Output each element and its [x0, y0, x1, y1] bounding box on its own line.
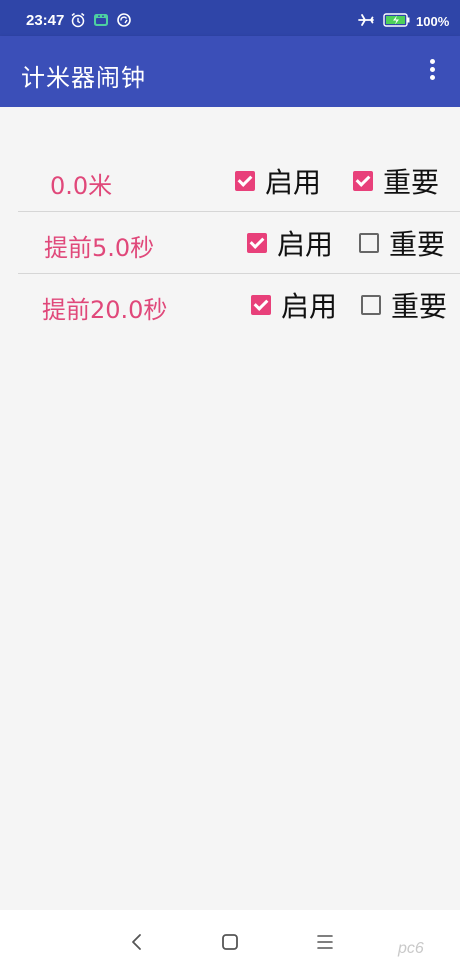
checkbox-unchecked-icon[interactable] — [361, 295, 381, 315]
alarm-label: 提前20.0秒 — [42, 296, 168, 324]
important-checkbox[interactable]: 重要 — [353, 164, 440, 199]
checkbox-unchecked-icon[interactable] — [359, 233, 379, 253]
more-vert-icon[interactable] — [420, 56, 444, 86]
important-label: 重要 — [383, 166, 440, 199]
navigation-bar — [0, 910, 460, 971]
important-label: 重要 — [391, 290, 448, 323]
battery-percent: 100% — [416, 14, 450, 29]
alarm-row: 0.0米 启用 重要 — [0, 150, 460, 212]
sync-icon — [117, 13, 131, 27]
checkbox-checked-icon[interactable] — [353, 171, 373, 191]
checkbox-checked-icon[interactable] — [247, 233, 267, 253]
important-label: 重要 — [389, 228, 446, 261]
menu-icon[interactable] — [313, 930, 337, 954]
enable-checkbox[interactable]: 启用 — [247, 226, 334, 261]
android-icon — [94, 14, 108, 26]
alarm-row: 提前20.0秒 启用 重要 — [0, 274, 460, 336]
important-checkbox[interactable]: 重要 — [361, 288, 448, 323]
battery-charging-icon — [383, 13, 410, 27]
watermark: pc6 — [398, 940, 424, 957]
enable-label: 启用 — [281, 290, 338, 323]
back-icon[interactable] — [125, 930, 149, 954]
alarm-row: 提前5.0秒 启用 重要 — [0, 212, 460, 274]
alarm-label: 0.0米 — [50, 172, 113, 200]
enable-label: 启用 — [265, 166, 322, 199]
status-time: 23:47 — [26, 12, 65, 29]
enable-checkbox[interactable]: 启用 — [235, 164, 322, 199]
alarm-list: 0.0米 启用 重要 提前5.0秒 启用 重要 提前20.0秒 启用 重要 — [0, 107, 460, 910]
enable-checkbox[interactable]: 启用 — [251, 288, 338, 323]
alarm-label: 提前5.0秒 — [44, 234, 155, 262]
home-icon[interactable] — [218, 930, 242, 954]
app-bar: 计米器闹钟 — [0, 36, 460, 107]
checkbox-checked-icon[interactable] — [251, 295, 271, 315]
enable-label: 启用 — [277, 228, 334, 261]
important-checkbox[interactable]: 重要 — [359, 226, 446, 261]
airplane-icon — [358, 14, 374, 26]
status-bar: 23:47 100% — [0, 0, 460, 36]
checkbox-checked-icon[interactable] — [235, 171, 255, 191]
alarm-icon — [71, 12, 85, 28]
app-title: 计米器闹钟 — [21, 64, 146, 92]
